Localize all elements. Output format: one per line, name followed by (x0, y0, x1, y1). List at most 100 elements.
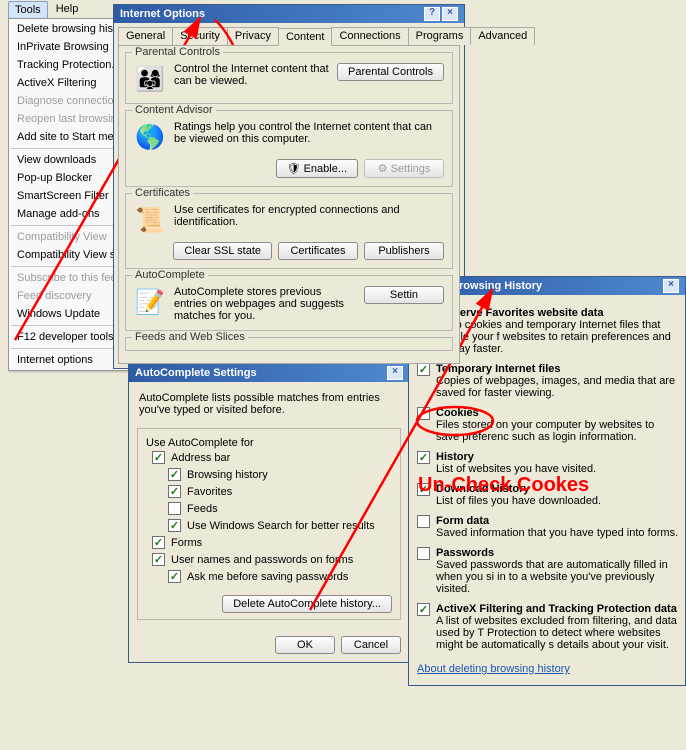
io-title: Internet Options (120, 8, 205, 20)
checkbox-icon[interactable] (168, 502, 181, 515)
ac-titlebar: AutoComplete Settings × (129, 364, 409, 382)
autocomplete-settings-button[interactable]: Settin (364, 286, 444, 304)
tab-advanced[interactable]: Advanced (470, 27, 535, 45)
dbh-row[interactable]: ✓ Temporary Internet filesCopies of webpa… (417, 359, 679, 403)
help-icon[interactable]: ? (424, 7, 440, 21)
dbh-desc: Copies of webpages, images, and media th… (436, 375, 679, 399)
certificate-icon: 📜 (134, 204, 166, 236)
parental-controls-button[interactable]: Parental Controls (337, 63, 444, 81)
gear-icon: ⚙ (378, 163, 388, 175)
close-icon[interactable]: × (387, 366, 403, 380)
checkbox-row[interactable]: ✓ Ask me before saving passwords (162, 568, 392, 585)
checkbox-label: Forms (171, 537, 202, 549)
tab-connections[interactable]: Connections (331, 27, 408, 45)
checkbox-row[interactable]: ✓ Browsing history (162, 466, 392, 483)
tab-privacy[interactable]: Privacy (227, 27, 279, 45)
legend-feeds: Feeds and Web Slices (132, 331, 248, 343)
checkbox-icon[interactable] (417, 407, 430, 420)
checkbox-icon[interactable] (417, 547, 430, 560)
dbh-label: History (436, 451, 679, 463)
io-tabs: GeneralSecurityPrivacyContentConnections… (114, 23, 464, 45)
checkbox-icon[interactable]: ✓ (417, 451, 430, 464)
form-icon: 📝 (134, 286, 166, 318)
ac-intro: AutoComplete lists possible matches from… (137, 390, 401, 420)
certificates-button[interactable]: Certificates (278, 242, 358, 260)
menu-tools[interactable]: Tools (8, 1, 48, 19)
checkbox-icon[interactable]: ✓ (168, 519, 181, 532)
publishers-button[interactable]: Publishers (364, 242, 444, 260)
tab-content[interactable]: Content (278, 28, 333, 46)
checkbox-label: Feeds (187, 503, 218, 515)
menu-help[interactable]: Help (50, 1, 85, 19)
dbh-row[interactable]: PasswordsSaved passwords that are automa… (417, 543, 679, 599)
checkbox-icon[interactable]: ✓ (152, 536, 165, 549)
ac-group-legend: Use AutoComplete for (146, 437, 254, 449)
tab-programs[interactable]: Programs (408, 27, 472, 45)
group-feeds: Feeds and Web Slices (125, 337, 453, 351)
group-advisor: Content Advisor 🌎 Ratings help you contr… (125, 110, 453, 187)
checkbox-label: Address bar (171, 452, 230, 464)
checkbox-row[interactable]: ✓ Forms (146, 534, 392, 551)
tab-general[interactable]: General (118, 27, 173, 45)
checkbox-label: Use Windows Search for better results (187, 520, 375, 532)
cancel-button[interactable]: Cancel (341, 636, 401, 654)
checkbox-icon[interactable]: ✓ (152, 553, 165, 566)
checkbox-row[interactable]: ✓ User names and passwords on forms (146, 551, 392, 568)
dbh-desc: A list of websites excluded from filteri… (436, 615, 679, 651)
group-parental: Parental Controls 👨‍👩‍👧 Control the Inte… (125, 52, 453, 104)
dbh-row[interactable]: CookiesFiles stored on your computer by … (417, 403, 679, 447)
checkbox-label: User names and passwords on forms (171, 554, 353, 566)
checkbox-icon[interactable]: ✓ (168, 570, 181, 583)
ac-title: AutoComplete Settings (135, 367, 257, 379)
checkbox-row[interactable]: Feeds (162, 500, 392, 517)
dbh-row[interactable]: Form dataSaved information that you have… (417, 511, 679, 543)
settings-button: ⚙ Settings (364, 159, 444, 178)
parental-desc: Control the Internet content that can be… (174, 63, 329, 87)
legend-parental: Parental Controls (132, 46, 223, 58)
close-icon[interactable]: × (663, 279, 679, 293)
dbh-desc: Saved information that you have typed in… (436, 527, 679, 539)
checkbox-icon[interactable]: ✓ (168, 468, 181, 481)
content-tab-page: Parental Controls 👨‍👩‍👧 Control the Inte… (118, 45, 460, 364)
legend-certs: Certificates (132, 187, 193, 199)
checkbox-icon[interactable]: ✓ (417, 603, 430, 616)
about-deleting-link[interactable]: About deleting browsing history (409, 657, 685, 685)
annotation-text: Un-Check Cookes (418, 474, 589, 497)
close-icon[interactable]: × (442, 7, 458, 21)
internet-options-dialog: Internet Options ? × GeneralSecurityPriv… (113, 4, 465, 369)
checkbox-label: Browsing history (187, 469, 268, 481)
tab-security[interactable]: Security (172, 27, 228, 45)
delete-ac-history-button[interactable]: Delete AutoComplete history... (222, 595, 392, 613)
checkbox-icon[interactable]: ✓ (168, 485, 181, 498)
checkbox-label: Favorites (187, 486, 232, 498)
dbh-label: Preserve Favorites website data (436, 307, 679, 319)
advisor-desc: Ratings help you control the Internet co… (174, 121, 444, 145)
checkbox-row[interactable]: ✓ Address bar (146, 449, 392, 466)
dbh-row[interactable]: ✓ ActiveX Filtering and Tracking Protecti… (417, 599, 679, 655)
legend-ac: AutoComplete (132, 269, 208, 281)
shield-icon: 🛡 (287, 163, 301, 175)
checkbox-icon[interactable] (417, 515, 430, 528)
dbh-label: Temporary Internet files (436, 363, 679, 375)
checkbox-label: Ask me before saving passwords (187, 571, 348, 583)
dbh-label: Passwords (436, 547, 679, 559)
dbh-desc: Keep cookies and temporary Internet file… (436, 319, 679, 355)
ac-desc: AutoComplete stores previous entries on … (174, 286, 356, 322)
io-titlebar: Internet Options ? × (114, 5, 464, 23)
certs-desc: Use certificates for encrypted connectio… (174, 204, 444, 228)
checkbox-row[interactable]: ✓ Favorites (162, 483, 392, 500)
group-certificates: Certificates 📜 Use certificates for encr… (125, 193, 453, 269)
autocomplete-settings-dialog: AutoComplete Settings × AutoComplete lis… (128, 363, 410, 663)
dbh-label: ActiveX Filtering and Tracking Protectio… (436, 603, 679, 615)
checkbox-icon[interactable]: ✓ (417, 363, 430, 376)
ok-button[interactable]: OK (275, 636, 335, 654)
checkbox-row[interactable]: ✓ Use Windows Search for better results (162, 517, 392, 534)
enable-button[interactable]: 🛡 Enable... (276, 159, 358, 178)
group-autocomplete: AutoComplete 📝 AutoComplete stores previ… (125, 275, 453, 331)
globe-icon: 🌎 (134, 121, 166, 153)
dbh-desc: Files stored on your computer by website… (436, 419, 679, 443)
ac-group: Use AutoComplete for ✓ Address bar ✓ Browsi… (137, 428, 401, 620)
checkbox-icon[interactable]: ✓ (152, 451, 165, 464)
clear-ssl-button[interactable]: Clear SSL state (173, 242, 272, 260)
dbh-label: Form data (436, 515, 679, 527)
